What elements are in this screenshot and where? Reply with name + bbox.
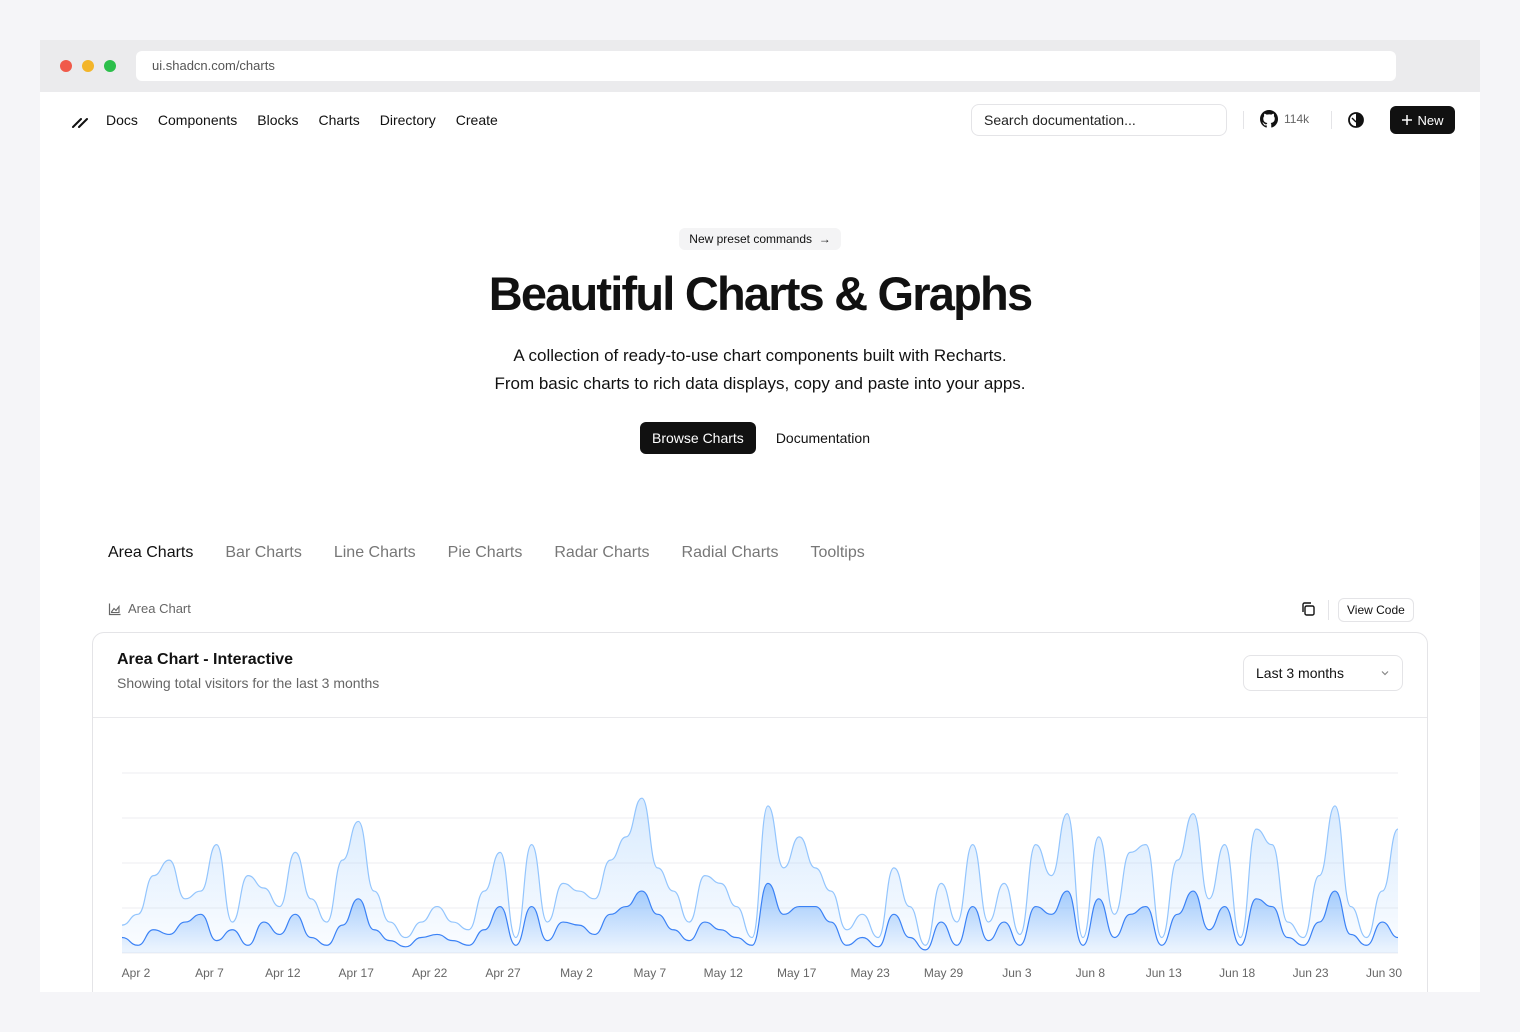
logo-icon[interactable]: [70, 110, 90, 130]
nav-link-create[interactable]: Create: [456, 112, 498, 128]
x-tick-label: May 7: [634, 966, 667, 980]
tab-pie-charts[interactable]: Pie Charts: [448, 544, 523, 562]
announcement-badge[interactable]: New preset commands →: [679, 228, 841, 250]
tab-bar-charts[interactable]: Bar Charts: [225, 544, 301, 562]
x-tick-label: Apr 22: [412, 966, 448, 980]
github-link[interactable]: 114k: [1260, 110, 1309, 128]
nav-link-directory[interactable]: Directory: [380, 112, 436, 128]
hero-section: New preset commands → Beautiful Charts &…: [40, 228, 1480, 454]
nav-link-blocks[interactable]: Blocks: [257, 112, 298, 128]
x-tick-label: Apr 17: [339, 966, 375, 980]
x-tick-label: Jun 13: [1146, 966, 1182, 980]
site-header: Docs Components Blocks Charts Directory …: [40, 92, 1480, 148]
chart-label-text: Area Chart: [128, 601, 191, 616]
card-description: Showing total visitors for the last 3 mo…: [117, 675, 380, 691]
search-input[interactable]: Search documentation...: [971, 104, 1227, 136]
browse-charts-button[interactable]: Browse Charts: [640, 422, 756, 454]
cta-group: Browse Charts Documentation: [40, 422, 1480, 454]
time-range-select[interactable]: Last 3 months: [1243, 655, 1403, 691]
tab-area-charts[interactable]: Area Charts: [108, 544, 193, 562]
plus-icon: [1402, 115, 1413, 125]
tab-radial-charts[interactable]: Radial Charts: [682, 544, 779, 562]
new-button[interactable]: New: [1390, 106, 1455, 134]
chart-label: Area Chart: [108, 601, 191, 616]
main-nav: Docs Components Blocks Charts Directory …: [106, 92, 498, 148]
x-tick-label: May 12: [704, 966, 744, 980]
theme-toggle-icon[interactable]: [1346, 110, 1366, 130]
arrow-right-icon: →: [815, 232, 831, 246]
chart-type-tabs: Area Charts Bar Charts Line Charts Pie C…: [108, 544, 865, 562]
divider: [1331, 111, 1332, 129]
address-bar[interactable]: ui.shadcn.com/charts: [136, 51, 1396, 81]
github-stars: 114k: [1284, 112, 1310, 126]
x-tick-label: Jun 23: [1293, 966, 1329, 980]
page-title: Beautiful Charts & Graphs: [488, 267, 1033, 320]
tab-tooltips[interactable]: Tooltips: [810, 544, 864, 562]
tab-line-charts[interactable]: Line Charts: [334, 544, 416, 562]
x-tick-label: Apr 2: [122, 966, 151, 980]
maximize-window-button[interactable]: [104, 60, 116, 72]
divider: [1243, 111, 1244, 129]
time-range-value: Last 3 months: [1256, 665, 1344, 681]
x-tick-label: Apr 7: [195, 966, 224, 980]
x-tick-label: Jun 3: [1002, 966, 1032, 980]
description-line: A collection of ready-to-use chart compo…: [513, 346, 1007, 365]
browser-window: ui.shadcn.com/charts Docs Components Blo…: [40, 40, 1480, 992]
card-header: Area Chart - Interactive Showing total v…: [93, 633, 1427, 718]
x-tick-label: Apr 27: [485, 966, 521, 980]
minimize-window-button[interactable]: [82, 60, 94, 72]
chart-card: Area Chart - Interactive Showing total v…: [92, 632, 1428, 992]
copy-icon[interactable]: [1300, 601, 1316, 617]
card-title: Area Chart - Interactive: [117, 651, 294, 668]
close-window-button[interactable]: [60, 60, 72, 72]
documentation-button[interactable]: Documentation: [766, 422, 880, 454]
nav-link-components[interactable]: Components: [158, 112, 237, 128]
browser-chrome: ui.shadcn.com/charts: [40, 40, 1480, 92]
announcement-text: New preset commands: [689, 232, 813, 246]
x-tick-label: May 2: [560, 966, 593, 980]
nav-link-docs[interactable]: Docs: [106, 112, 138, 128]
view-code-button[interactable]: View Code: [1338, 598, 1414, 622]
x-tick-label: Jun 8: [1076, 966, 1106, 980]
x-tick-label: Apr 12: [265, 966, 301, 980]
description-line: From basic charts to rich data displays,…: [494, 374, 1026, 393]
github-icon: [1260, 110, 1278, 128]
area-chart-icon: [108, 603, 121, 615]
divider: [1328, 600, 1329, 620]
x-tick-label: Jun 30: [1366, 966, 1402, 980]
tab-radar-charts[interactable]: Radar Charts: [554, 544, 649, 562]
chevron-down-icon: [1381, 671, 1389, 676]
new-button-label: New: [1417, 112, 1444, 128]
x-tick-label: Jun 18: [1219, 966, 1255, 980]
x-tick-label: May 29: [924, 966, 964, 980]
page-description: A collection of ready-to-use chart compo…: [40, 342, 1480, 398]
x-tick-label: May 23: [850, 966, 890, 980]
chart-toolbar: Area Chart View Code: [108, 598, 1416, 622]
x-tick-label: May 17: [777, 966, 817, 980]
area-chart[interactable]: Apr 2 Apr 7 Apr 12 Apr 17 Apr 22 Apr 27 May 2 M…: [93, 719, 1428, 992]
nav-link-charts[interactable]: Charts: [319, 112, 360, 128]
